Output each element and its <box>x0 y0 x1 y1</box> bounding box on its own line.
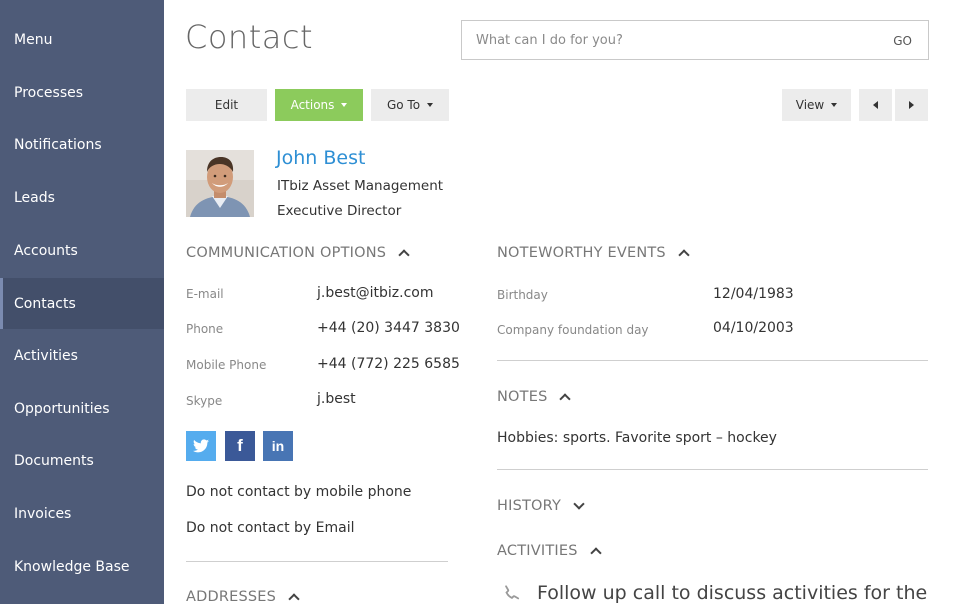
do-not-contact-email: Do not contact by Email <box>186 520 355 536</box>
birthday-value: 12/04/1983 <box>713 286 794 302</box>
twitter-icon <box>193 439 209 453</box>
sidebar-item-menu[interactable]: Menu <box>0 15 164 65</box>
search-go-button[interactable]: GO <box>893 34 912 48</box>
chevron-up-icon <box>678 249 690 261</box>
mobile-phone-label: Mobile Phone <box>186 358 267 372</box>
main-content: Contact GO Edit Actions Go To View John … <box>164 0 960 605</box>
company-foundation-label: Company foundation day <box>497 323 649 337</box>
linkedin-icon: in <box>271 438 285 454</box>
email-value[interactable]: j.best@itbiz.com <box>317 285 433 301</box>
mobile-phone-value[interactable]: +44 (772) 225 6585 <box>317 356 460 372</box>
sidebar-item-label: Accounts <box>14 243 78 259</box>
notes-text: Hobbies: sports. Favorite sport – hockey <box>497 430 777 446</box>
addresses-header[interactable]: ADDRESSES <box>186 589 300 605</box>
contact-company: ITbiz Asset Management <box>277 178 444 194</box>
contact-photo <box>186 150 254 217</box>
arrow-left-icon <box>873 101 878 109</box>
sidebar-item-label: Invoices <box>14 506 72 522</box>
sidebar-item-label: Opportunities <box>14 401 110 417</box>
edit-button[interactable]: Edit <box>186 89 267 121</box>
sidebar-item-accounts[interactable]: Accounts <box>0 226 164 276</box>
caret-down-icon <box>831 103 838 107</box>
skype-value[interactable]: j.best <box>317 391 356 407</box>
sidebar-item-label: Knowledge Base <box>14 559 130 575</box>
avatar <box>186 150 254 217</box>
twitter-button[interactable] <box>186 431 216 461</box>
chevron-down-icon <box>573 498 585 510</box>
actions-button-label: Actions <box>290 98 335 112</box>
sidebar: Menu Processes Notifications Leads Accou… <box>0 0 164 604</box>
chevron-up-icon <box>559 393 572 405</box>
noteworthy-events-header[interactable]: NOTEWORTHY EVENTS <box>497 245 690 261</box>
facebook-icon: f <box>237 436 243 455</box>
phone-label: Phone <box>186 322 224 336</box>
linkedin-button[interactable]: in <box>263 431 293 461</box>
sidebar-item-label: Menu <box>14 32 53 48</box>
email-label: E-mail <box>186 287 224 301</box>
sidebar-item-notifications[interactable]: Notifications <box>0 120 164 170</box>
sidebar-item-label: Notifications <box>14 137 102 153</box>
section-title: NOTES <box>497 389 548 405</box>
next-record-button[interactable] <box>895 89 928 121</box>
sidebar-item-label: Documents <box>14 453 94 469</box>
sidebar-item-contacts[interactable]: Contacts <box>0 278 164 329</box>
goto-button[interactable]: Go To <box>371 89 449 121</box>
contact-name-link[interactable]: John Best <box>276 147 365 169</box>
sidebar-item-documents[interactable]: Documents <box>0 436 164 486</box>
previous-record-button[interactable] <box>859 89 892 121</box>
sidebar-item-label: Processes <box>14 85 84 101</box>
divider <box>497 360 928 361</box>
skype-label: Skype <box>186 394 223 408</box>
do-not-contact-mobile: Do not contact by mobile phone <box>186 484 412 500</box>
actions-button[interactable]: Actions <box>275 89 363 121</box>
communication-options-header[interactable]: COMMUNICATION OPTIONS <box>186 245 410 261</box>
phone-icon <box>505 585 520 600</box>
activity-item-title[interactable]: Follow up call to discuss activities for… <box>537 582 927 604</box>
divider <box>497 469 928 470</box>
chevron-up-icon <box>398 249 410 261</box>
page-title: Contact <box>185 18 313 56</box>
section-title: COMMUNICATION OPTIONS <box>186 245 387 261</box>
divider <box>186 561 448 562</box>
view-button-label: View <box>795 98 825 112</box>
section-title: ADDRESSES <box>186 589 277 605</box>
sidebar-item-knowledge-base[interactable]: Knowledge Base <box>0 542 164 592</box>
phone-value[interactable]: +44 (20) 3447 3830 <box>317 320 460 336</box>
section-title: ACTIVITIES <box>497 543 578 559</box>
caret-down-icon <box>427 103 434 107</box>
view-button[interactable]: View <box>782 89 851 121</box>
birthday-label: Birthday <box>497 288 548 302</box>
notes-header[interactable]: NOTES <box>497 389 572 405</box>
sidebar-item-leads[interactable]: Leads <box>0 173 164 223</box>
edit-button-label: Edit <box>214 98 239 112</box>
goto-button-label: Go To <box>386 98 421 112</box>
sidebar-item-label: Leads <box>14 190 55 206</box>
chevron-up-icon <box>589 547 602 559</box>
contact-job-title: Executive Director <box>277 203 402 219</box>
sidebar-item-opportunities[interactable]: Opportunities <box>0 384 164 434</box>
sidebar-item-invoices[interactable]: Invoices <box>0 489 164 539</box>
facebook-button[interactable]: f <box>225 431 255 461</box>
company-foundation-value: 04/10/2003 <box>713 320 794 336</box>
sidebar-item-processes[interactable]: Processes <box>0 68 164 118</box>
sidebar-item-label: Activities <box>14 348 78 364</box>
section-title: NOTEWORTHY EVENTS <box>497 245 666 261</box>
arrow-right-icon <box>909 101 914 109</box>
section-title: HISTORY <box>497 498 562 514</box>
sidebar-item-label: Contacts <box>14 295 76 312</box>
caret-down-icon <box>341 103 348 107</box>
activities-header[interactable]: ACTIVITIES <box>497 543 602 559</box>
chevron-up-icon <box>288 593 300 605</box>
search-input[interactable] <box>462 21 882 59</box>
sidebar-item-activities[interactable]: Activities <box>0 331 164 381</box>
history-header[interactable]: HISTORY <box>497 498 585 514</box>
search-box: GO <box>461 20 929 60</box>
